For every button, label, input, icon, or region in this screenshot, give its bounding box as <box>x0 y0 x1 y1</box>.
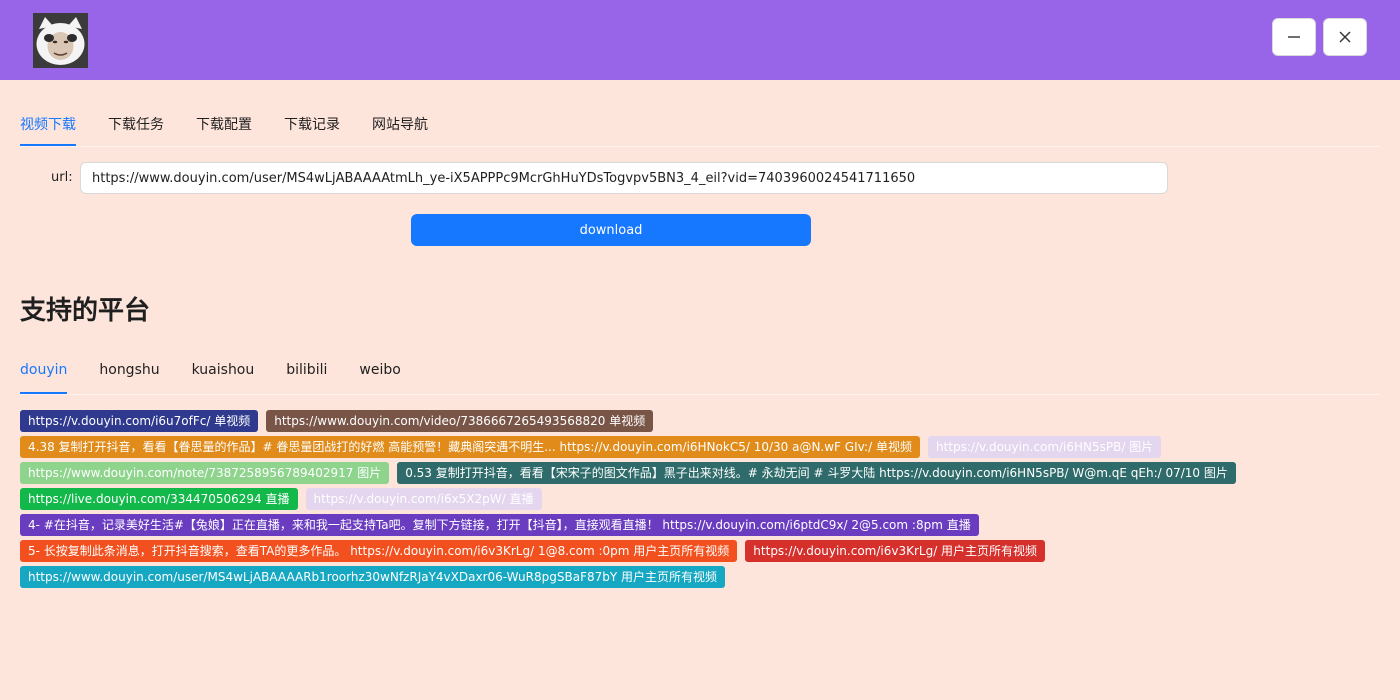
example-tag[interactable]: https://v.douyin.com/i6v3KrLg/ 用户主页所有视频 <box>745 540 1046 562</box>
example-tag[interactable]: https://www.douyin.com/note/738725895678… <box>20 462 390 484</box>
example-tag[interactable]: https://www.douyin.com/user/MS4wLjABAAAA… <box>20 566 725 588</box>
tab-kuaishou[interactable]: kuaishou <box>192 362 255 378</box>
download-button[interactable]: download <box>411 214 811 246</box>
minimize-button[interactable] <box>1272 18 1316 56</box>
tag-row: https://live.douyin.com/334470506294 直播 … <box>20 488 1380 510</box>
example-tag[interactable]: https://v.douyin.com/i6x5X2pW/ 直播 <box>305 488 542 510</box>
example-tag[interactable]: 4- #在抖音，记录美好生活#【兔娘】正在直播，来和我一起支持Ta吧。复制下方链… <box>20 514 979 536</box>
minimize-icon <box>1288 36 1300 38</box>
tag-row: https://www.douyin.com/user/MS4wLjABAAAA… <box>20 566 1380 588</box>
example-url-tags: https://v.douyin.com/i6u7ofFc/ 单视频 https… <box>20 410 1380 592</box>
example-tag[interactable]: https://v.douyin.com/i6HN5sPB/ 图片 <box>927 436 1162 458</box>
example-tag[interactable]: https://www.douyin.com/video/73866672654… <box>266 410 654 432</box>
example-tag[interactable]: https://v.douyin.com/i6u7ofFc/ 单视频 <box>20 410 259 432</box>
example-tag[interactable]: 5- 长按复制此条消息，打开抖音搜索，查看TA的更多作品。 https://v.… <box>20 540 738 562</box>
title-bar <box>0 0 1400 80</box>
url-input[interactable] <box>80 162 1168 194</box>
tag-row: https://www.douyin.com/note/738725895678… <box>20 462 1380 484</box>
tab-douyin[interactable]: douyin <box>20 362 68 394</box>
example-tag[interactable]: 4.38 复制打开抖音，看看【眷思量的作品】# 眷思量团战打的好燃 高能预警！藏… <box>20 436 920 458</box>
panda-meme-avatar-icon <box>33 13 88 68</box>
tag-row: 4.38 复制打开抖音，看看【眷思量的作品】# 眷思量团战打的好燃 高能预警！藏… <box>20 436 1380 458</box>
tag-row: 5- 长按复制此条消息，打开抖音搜索，查看TA的更多作品。 https://v.… <box>20 540 1380 562</box>
example-tag[interactable]: 0.53 复制打开抖音，看看【宋宋子的图文作品】黑子出来对线。# 永劫无间 # … <box>397 462 1236 484</box>
close-icon <box>1339 31 1351 43</box>
tab-bilibili[interactable]: bilibili <box>286 362 327 378</box>
tab-video-download[interactable]: 视频下载 <box>20 114 76 146</box>
tag-row: 4- #在抖音，记录美好生活#【兔娘】正在直播，来和我一起支持Ta吧。复制下方链… <box>20 514 1380 536</box>
tab-download-config[interactable]: 下载配置 <box>196 114 252 134</box>
tab-download-history[interactable]: 下载记录 <box>284 114 340 134</box>
tab-download-tasks[interactable]: 下载任务 <box>108 114 164 134</box>
example-tag[interactable]: https://live.douyin.com/334470506294 直播 <box>20 488 298 510</box>
platform-tabs: douyin hongshu kuaishou bilibili weibo <box>20 362 433 394</box>
supported-platforms-title: 支持的平台 <box>20 296 151 326</box>
close-button[interactable] <box>1323 18 1367 56</box>
tab-site-navigation[interactable]: 网站导航 <box>372 114 428 134</box>
tab-hongshu[interactable]: hongshu <box>99 362 159 378</box>
main-tabs-divider <box>20 146 1380 147</box>
main-tabs: 视频下载 下载任务 下载配置 下载记录 网站导航 <box>20 114 460 146</box>
tag-row: https://v.douyin.com/i6u7ofFc/ 单视频 https… <box>20 410 1380 432</box>
tab-weibo[interactable]: weibo <box>359 362 400 378</box>
platform-tabs-divider <box>20 394 1380 395</box>
url-label: url: <box>51 170 73 185</box>
